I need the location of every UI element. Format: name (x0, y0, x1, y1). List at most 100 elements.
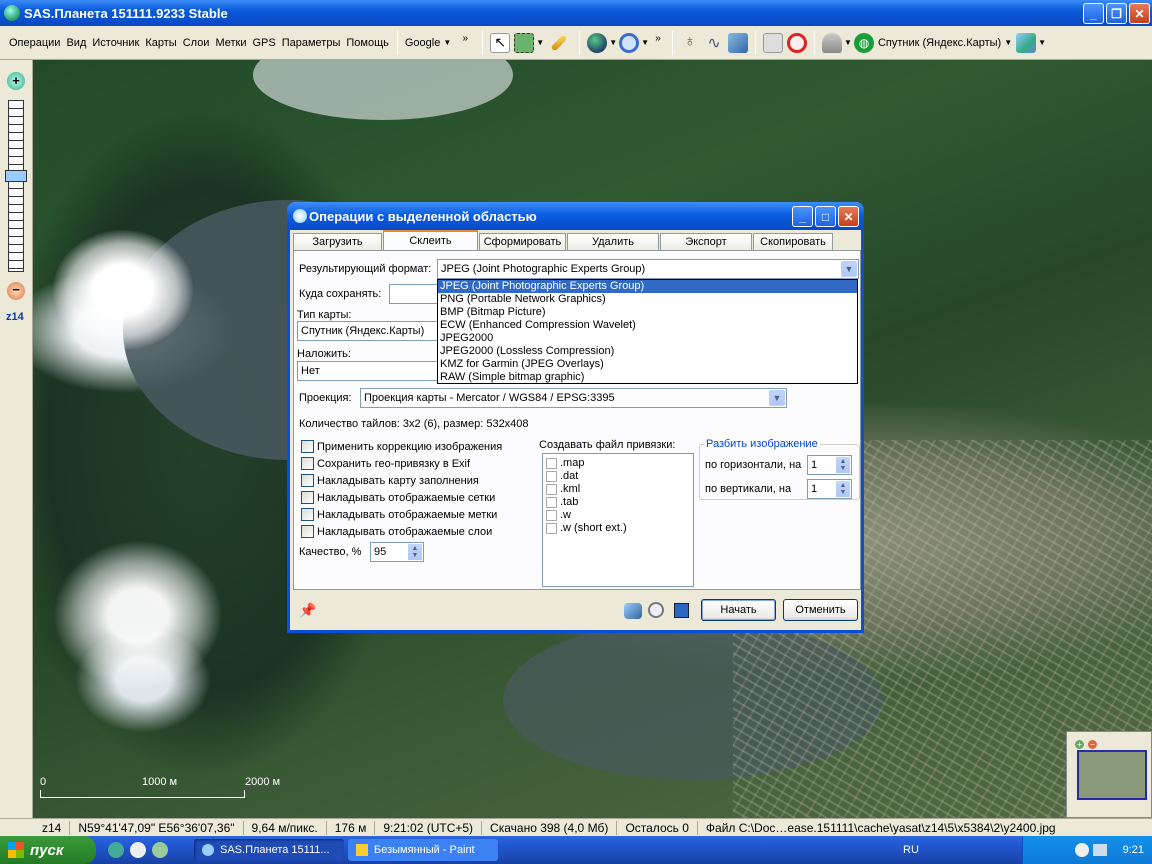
checkbox-grids[interactable]: Накладывать отображаемые сетки (301, 491, 495, 504)
checkbox[interactable] (301, 491, 314, 504)
format-option[interactable]: BMP (Bitmap Picture) (438, 306, 857, 319)
menu-marks[interactable]: Метки (212, 37, 249, 49)
more-icon[interactable]: » (455, 33, 475, 53)
task-sas-planet[interactable]: SAS.Планета 15111... (194, 839, 344, 861)
minimap-viewport[interactable] (1077, 750, 1147, 800)
cursor-icon[interactable]: ↖ (490, 32, 511, 53)
search-engine-select[interactable]: Google ▼ (405, 37, 451, 49)
checkbox-exif-georef[interactable]: Сохранить гео-привязку в Exif (301, 457, 470, 470)
split-vertical-spinner[interactable]: 1 ▲ ▼ (807, 479, 852, 499)
checkbox[interactable] (546, 483, 557, 495)
map-type-select[interactable]: Спутник (Яндекс.Карты) ▼ (878, 37, 1012, 49)
checkbox[interactable] (546, 509, 557, 521)
globe-icon[interactable] (587, 32, 608, 53)
ruler-icon[interactable] (550, 34, 568, 51)
georef-w-short[interactable]: .w (short ext.) (546, 522, 627, 534)
zoom-to-area-icon[interactable] (648, 602, 664, 618)
checkbox-fill-map[interactable]: Накладывать карту заполнения (301, 474, 479, 487)
start-button[interactable]: пуск (0, 836, 96, 864)
zoom-slider[interactable] (8, 100, 24, 272)
task-paint[interactable]: Безымянный - Paint (348, 839, 498, 861)
save-path-input[interactable] (389, 284, 439, 304)
projection-select[interactable]: Проекция карты - Mercator / WGS84 / EPSG… (360, 388, 787, 408)
checkbox-layers[interactable]: Накладывать отображаемые слои (301, 525, 492, 538)
checkbox-image-correction[interactable]: Применить коррекцию изображения (301, 440, 502, 453)
marks-list-icon[interactable] (763, 32, 784, 53)
menu-view[interactable]: Вид (63, 37, 89, 49)
dialog-maximize-button[interactable]: □ (815, 206, 836, 227)
zoom-icon[interactable] (619, 32, 640, 53)
spinner-arrows-icon[interactable]: ▲ ▼ (836, 457, 850, 473)
georef-w[interactable]: .w (546, 509, 571, 521)
zoom-out-icon[interactable]: − (7, 282, 25, 300)
chevron-down-icon[interactable]: ▼ (641, 38, 649, 47)
menu-gps[interactable]: GPS (250, 37, 279, 49)
menu-source[interactable]: Источник (89, 37, 142, 49)
chevron-down-icon[interactable]: ▼ (609, 38, 617, 47)
format-option[interactable]: ECW (Enhanced Compression Wavelet) (438, 319, 857, 332)
chevron-down-icon[interactable]: ▼ (844, 38, 852, 47)
polygon-icon[interactable] (728, 32, 749, 53)
close-button[interactable]: ✕ (1129, 3, 1150, 24)
dialog-close-button[interactable]: ✕ (838, 206, 859, 227)
minimize-button[interactable]: _ (1083, 3, 1104, 24)
georef-dat[interactable]: .dat (546, 470, 578, 482)
spinner-arrows-icon[interactable]: ▲ ▼ (836, 481, 850, 497)
menu-maps[interactable]: Карты (142, 37, 179, 49)
language-indicator[interactable]: RU (903, 844, 919, 856)
georef-map[interactable]: .map (546, 457, 584, 469)
layers-icon[interactable] (1016, 32, 1037, 53)
georef-tab[interactable]: .tab (546, 496, 578, 508)
checkbox[interactable] (546, 470, 557, 482)
zoom-slider-knob[interactable] (5, 170, 27, 182)
minimap-zoom-out-icon[interactable]: − (1088, 740, 1097, 749)
format-option[interactable]: PNG (Portable Network Graphics) (438, 293, 857, 306)
zoom-in-icon[interactable]: + (7, 72, 25, 90)
format-option[interactable]: KMZ for Garmin (JPEG Overlays) (438, 358, 857, 371)
map-type-select[interactable]: Спутник (Яндекс.Карты) (297, 321, 439, 341)
format-option[interactable]: JPEG (Joint Photographic Experts Group) (438, 280, 857, 293)
checkbox[interactable] (546, 522, 557, 534)
tray-icon[interactable] (1074, 843, 1089, 857)
network-icon[interactable] (1092, 844, 1107, 856)
quicklaunch-icon[interactable] (130, 842, 146, 858)
checkbox[interactable] (301, 457, 314, 470)
placemark-icon[interactable]: ♁ (680, 33, 700, 53)
tab-generate[interactable]: Сформировать (479, 233, 566, 250)
checkbox[interactable] (546, 496, 557, 508)
split-horizontal-spinner[interactable]: 1 ▲ ▼ (807, 455, 852, 475)
more-icon[interactable]: » (651, 33, 665, 53)
menu-settings[interactable]: Параметры (279, 37, 344, 49)
overlay-select[interactable]: Нет (297, 361, 439, 381)
format-option[interactable]: RAW (Simple bitmap graphic) (438, 371, 857, 384)
save-icon[interactable] (674, 603, 689, 618)
checkbox[interactable] (301, 525, 314, 538)
georef-kml[interactable]: .kml (546, 483, 580, 495)
path-icon[interactable]: ∿ (704, 33, 724, 53)
select-area-icon[interactable] (514, 32, 535, 53)
satellite-dish-icon[interactable] (822, 32, 843, 53)
menu-help[interactable]: Помощь (343, 37, 392, 49)
link-icon[interactable] (624, 603, 642, 619)
checkbox[interactable] (301, 440, 314, 453)
quicklaunch-icon[interactable] (152, 842, 168, 858)
restore-button[interactable]: ❐ (1106, 3, 1127, 24)
minimap[interactable]: + − (1066, 731, 1152, 818)
menu-operations[interactable]: Операции (6, 37, 63, 49)
chevron-down-icon[interactable]: ▼ (1038, 38, 1046, 47)
checkbox[interactable] (301, 508, 314, 521)
checkbox-marks[interactable]: Накладывать отображаемые метки (301, 508, 497, 521)
format-select[interactable]: JPEG (Joint Photographic Experts Group) … (437, 259, 859, 279)
start-button[interactable]: Начать (701, 599, 776, 621)
tab-export[interactable]: Экспорт (660, 233, 752, 250)
pin-icon[interactable]: 📌 (299, 602, 316, 619)
dialog-minimize-button[interactable]: _ (792, 206, 813, 227)
tab-merge[interactable]: Склеить (383, 230, 478, 250)
format-option[interactable]: JPEG2000 (Lossless Compression) (438, 345, 857, 358)
quicklaunch-icon[interactable] (108, 842, 124, 858)
tab-delete[interactable]: Удалить (567, 233, 659, 250)
minimap-zoom-in-icon[interactable]: + (1075, 740, 1084, 749)
tab-download[interactable]: Загрузить (293, 233, 382, 250)
tab-copy[interactable]: Скопировать (753, 233, 833, 250)
cancel-button[interactable]: Отменить (783, 599, 858, 621)
